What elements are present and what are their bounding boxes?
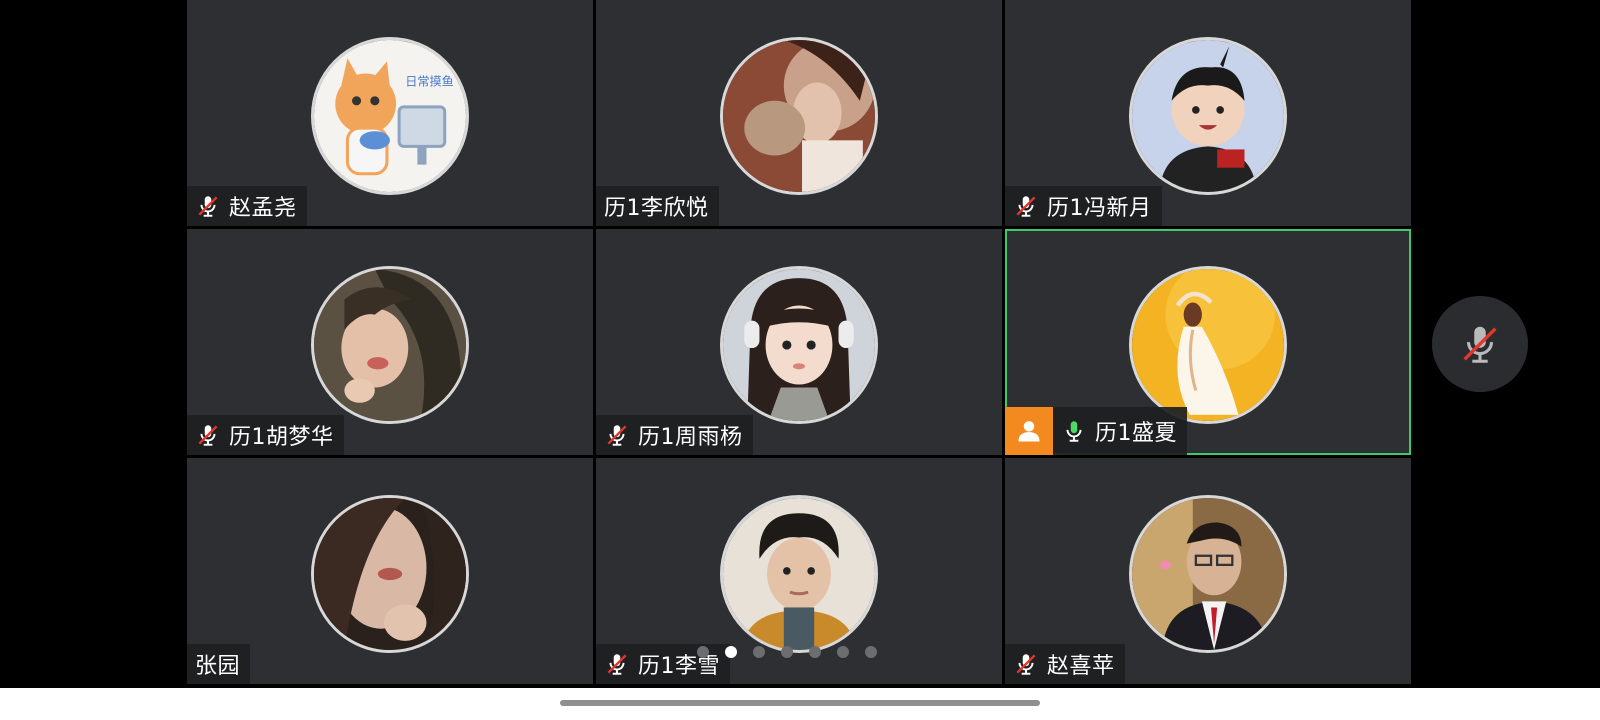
participant-avatar bbox=[1129, 37, 1287, 195]
participant-name: 历1周雨杨 bbox=[638, 425, 743, 450]
girl-headphones-photo-avatar-image bbox=[723, 269, 875, 421]
participant-name: 历1胡梦华 bbox=[229, 425, 334, 450]
page-dot[interactable] bbox=[837, 646, 849, 658]
host-badge bbox=[1005, 407, 1053, 455]
page-dot[interactable] bbox=[781, 646, 793, 658]
participant-avatar: 日常摸鱼 bbox=[311, 37, 469, 195]
mic-muted-icon bbox=[198, 196, 218, 217]
participant-nametag: 赵喜苹 bbox=[1005, 644, 1125, 684]
person-icon bbox=[1018, 421, 1040, 442]
participant-nametag: 赵孟尧 bbox=[187, 186, 307, 226]
participant-name: 历1李欣悦 bbox=[604, 196, 709, 221]
participant-avatar bbox=[311, 266, 469, 424]
girl-with-cat-photo-avatar-image bbox=[723, 40, 875, 192]
girl-photo-avatar-image bbox=[314, 269, 466, 421]
mic-muted-icon bbox=[607, 654, 627, 675]
participant-avatar bbox=[720, 266, 878, 424]
child-photo-avatar-image bbox=[1132, 40, 1284, 192]
mic-muted-icon bbox=[1016, 196, 1036, 217]
participant-avatar bbox=[311, 495, 469, 653]
page-dot[interactable] bbox=[697, 646, 709, 658]
participant-nametag: 历1盛夏 bbox=[1053, 407, 1187, 455]
yellow-illustration-avatar-image bbox=[1132, 269, 1284, 421]
mic-muted-icon bbox=[198, 425, 218, 446]
participant-nametag: 历1李欣悦 bbox=[596, 186, 719, 226]
mic-muted-icon bbox=[607, 425, 627, 446]
page-dot[interactable] bbox=[809, 646, 821, 658]
video-grid: 日常摸鱼 赵孟尧 历1李欣悦 历1冯新月 历1胡梦华 历1周雨杨 历1盛夏 张园… bbox=[187, 0, 1411, 688]
participant-tile[interactable]: 历1胡梦华 bbox=[187, 229, 593, 455]
man-in-suit-photo-avatar-image bbox=[1132, 498, 1284, 650]
self-mute-toggle-button[interactable] bbox=[1432, 296, 1528, 392]
mic-muted-icon bbox=[1016, 654, 1036, 675]
participant-avatar bbox=[720, 37, 878, 195]
participant-avatar bbox=[1129, 495, 1287, 653]
page-dot[interactable] bbox=[865, 646, 877, 658]
home-indicator[interactable] bbox=[560, 700, 1040, 706]
system-navigation-bar bbox=[0, 688, 1600, 720]
participant-name: 赵喜苹 bbox=[1047, 654, 1115, 679]
participant-name: 历1冯新月 bbox=[1047, 196, 1152, 221]
mic-muted-icon bbox=[1463, 326, 1497, 363]
participant-nametag: 历1冯新月 bbox=[1005, 186, 1162, 226]
participant-tile[interactable]: 赵喜苹 bbox=[1005, 458, 1411, 684]
participant-nametag: 张园 bbox=[187, 644, 251, 684]
participant-tile[interactable]: 张园 bbox=[187, 458, 593, 684]
participant-name: 历1盛夏 bbox=[1095, 421, 1177, 446]
participant-name: 赵孟尧 bbox=[229, 196, 297, 221]
mic-on-icon bbox=[1066, 421, 1082, 442]
participant-tile-active-speaker[interactable]: 历1盛夏 bbox=[1005, 229, 1411, 455]
participant-avatar bbox=[1129, 266, 1287, 424]
young-man-photo-avatar-image bbox=[723, 498, 875, 650]
participant-tile[interactable]: 历1李欣悦 bbox=[596, 0, 1002, 226]
participant-tile[interactable]: 历1冯新月 bbox=[1005, 0, 1411, 226]
participant-nametag: 历1周雨杨 bbox=[596, 415, 753, 455]
page-indicator[interactable] bbox=[697, 646, 877, 658]
cat-cartoon-avatar-image: 日常摸鱼 bbox=[314, 40, 466, 192]
participant-tile[interactable]: 历1周雨杨 bbox=[596, 229, 1002, 455]
page-dot[interactable] bbox=[753, 646, 765, 658]
participant-tile[interactable]: 日常摸鱼 赵孟尧 bbox=[187, 0, 593, 226]
page-dot-current[interactable] bbox=[725, 646, 737, 658]
svg-text:日常摸鱼: 日常摸鱼 bbox=[405, 75, 454, 89]
woman-closeup-photo-avatar-image bbox=[314, 498, 466, 650]
participant-name: 张园 bbox=[195, 654, 241, 679]
participant-nametag: 历1胡梦华 bbox=[187, 415, 344, 455]
participant-avatar bbox=[720, 495, 878, 653]
